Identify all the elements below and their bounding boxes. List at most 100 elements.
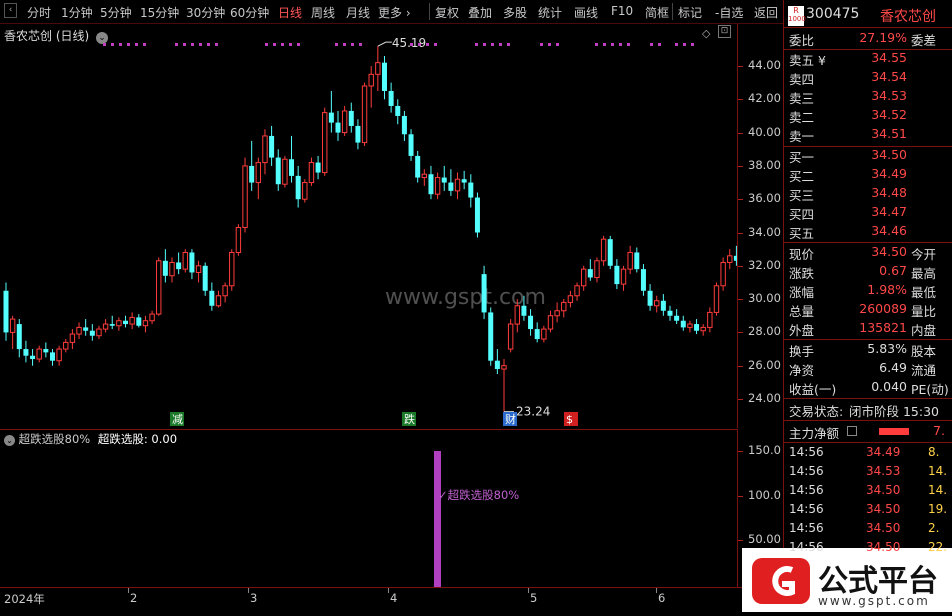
candle-body-up	[594, 260, 600, 278]
toolbar-item-11[interactable]: 叠加	[468, 4, 492, 21]
toolbar-item-2[interactable]: 5分钟	[100, 4, 132, 21]
indicator-chevron-icon[interactable]: ⌄	[4, 435, 15, 446]
toolbar-item-17[interactable]: 标记	[678, 4, 702, 21]
toolbar-item-9[interactable]: 更多 ›	[378, 4, 411, 21]
candle-body-down	[448, 182, 454, 191]
candle-body-down	[528, 315, 534, 330]
candle-body-down	[401, 115, 407, 135]
candlestick-chart[interactable]: www.gspt.com45.1923.24减跌财 $	[0, 24, 737, 428]
list-icon[interactable]	[847, 426, 857, 436]
toolbar-item-14[interactable]: 画线	[574, 4, 598, 21]
candle-body-down	[30, 355, 36, 360]
candle-body-up	[69, 333, 76, 343]
high-label: 45.19	[392, 36, 426, 50]
bid-row-value: 34.47	[871, 204, 907, 219]
candle-body-down	[614, 265, 620, 285]
toolbar-item-15[interactable]: F10	[611, 4, 633, 18]
candle-body-up	[501, 365, 507, 370]
toolbar-item-6[interactable]: 日线	[278, 4, 302, 21]
signal-dot	[603, 43, 606, 46]
bid-row-value: 34.48	[871, 185, 907, 200]
candle-body-down	[43, 349, 49, 353]
candle-body-down	[634, 252, 640, 270]
candle-body-up	[308, 162, 315, 184]
price-tick-label: 42.00	[748, 91, 781, 106]
toolbar-item-1[interactable]: 1分钟	[61, 4, 93, 21]
bid-row: 买二 34.49	[787, 166, 949, 185]
candle-body-down	[315, 162, 321, 173]
toolbar-separator	[429, 3, 430, 20]
price-tick-mark	[738, 332, 743, 334]
panel-divider	[784, 242, 952, 243]
candle-body-down	[521, 305, 527, 316]
bid-row-value: 34.46	[871, 223, 907, 238]
back-arrow-icon[interactable]: ‹	[4, 3, 17, 18]
indicator-value-label: 超跌选股:	[97, 432, 148, 446]
candle-body-down	[109, 324, 115, 326]
toolbar-item-7[interactable]: 周线	[311, 4, 335, 21]
signal-dot	[215, 43, 218, 46]
toolbar-item-12[interactable]: 多股	[503, 4, 527, 21]
indicator-chart[interactable]: ✓超跌选股80%	[0, 447, 737, 587]
candle-body-up	[434, 177, 441, 195]
candle-body-down	[209, 290, 215, 306]
candle-body-up	[727, 255, 733, 263]
indicator-spike-bar	[434, 451, 441, 587]
candle-body-up	[235, 227, 242, 253]
candle-body-down	[640, 269, 646, 291]
event-badge-label: 跌	[404, 412, 415, 426]
main-flow-row[interactable]: 主力净额 7.	[787, 423, 949, 442]
candle-body-up	[149, 313, 155, 322]
tick-volume: 22.	[928, 540, 948, 554]
tick-row: 14:56 34.49 8.	[788, 445, 950, 464]
candle-body-up	[182, 251, 188, 270]
tick-volume: 8.	[928, 445, 940, 459]
candle-body-down	[355, 125, 361, 143]
toolbar-item-4[interactable]: 30分钟	[186, 4, 225, 21]
indicator-tick-mark	[738, 540, 743, 541]
stat-row-value: 0.040	[871, 379, 907, 394]
tick-volume: 19.	[928, 502, 948, 516]
candle-body-up	[554, 310, 560, 317]
signal-dot	[434, 43, 437, 46]
candle-body-up	[541, 328, 547, 340]
quote-row-label2: 量比	[911, 304, 937, 319]
signal-dot	[491, 43, 494, 46]
toolbar-item-19[interactable]: 返回	[754, 4, 778, 21]
candle-body-up	[547, 315, 554, 330]
stat-row-label: 净资	[789, 363, 815, 378]
candle-body-up	[116, 320, 122, 327]
signal-dot	[475, 43, 478, 46]
toolbar-item-5[interactable]: 60分钟	[230, 4, 269, 21]
toolbar-item-3[interactable]: 15分钟	[140, 4, 179, 21]
quote-row: 涨跌 0.67 最高	[787, 263, 949, 282]
indicator-tick-mark	[738, 495, 743, 497]
quote-row-label: 总量	[789, 304, 815, 319]
toolbar-item-13[interactable]: 统计	[538, 4, 562, 21]
quote-row-value: 34.50	[871, 244, 907, 259]
candle-body-down	[587, 269, 593, 278]
candle-body-up	[507, 323, 514, 350]
toolbar-item-0[interactable]: 分时	[27, 4, 51, 21]
signal-dot	[595, 43, 598, 46]
stat-row: 换手 5.83% 股本	[787, 341, 949, 360]
tick-price: 34.50	[866, 483, 901, 497]
date-tick-mark	[248, 588, 249, 593]
candle-body-up	[102, 323, 109, 330]
ask-row: 卖五 ¥ 34.55	[787, 50, 949, 69]
panel-divider	[784, 398, 952, 399]
event-badge-label: 财	[505, 412, 516, 426]
event-badge-label: 减	[172, 413, 183, 426]
candle-body-down	[328, 112, 334, 123]
toolbar-item-10[interactable]: 复权	[435, 4, 459, 21]
toolbar-item-16[interactable]: 简框	[645, 4, 669, 21]
tick-time: 14:56	[789, 464, 824, 478]
candle-body-up	[567, 295, 574, 303]
indicator-tick-mark	[738, 451, 743, 452]
toolbar-item-8[interactable]: 月线	[346, 4, 370, 21]
date-tick-mark	[656, 588, 657, 593]
tick-row: 14:56 34.53 14.	[788, 464, 950, 483]
candle-body-up	[580, 268, 587, 287]
candle-body-down	[494, 360, 500, 370]
toolbar-item-18[interactable]: -自选	[715, 4, 743, 21]
